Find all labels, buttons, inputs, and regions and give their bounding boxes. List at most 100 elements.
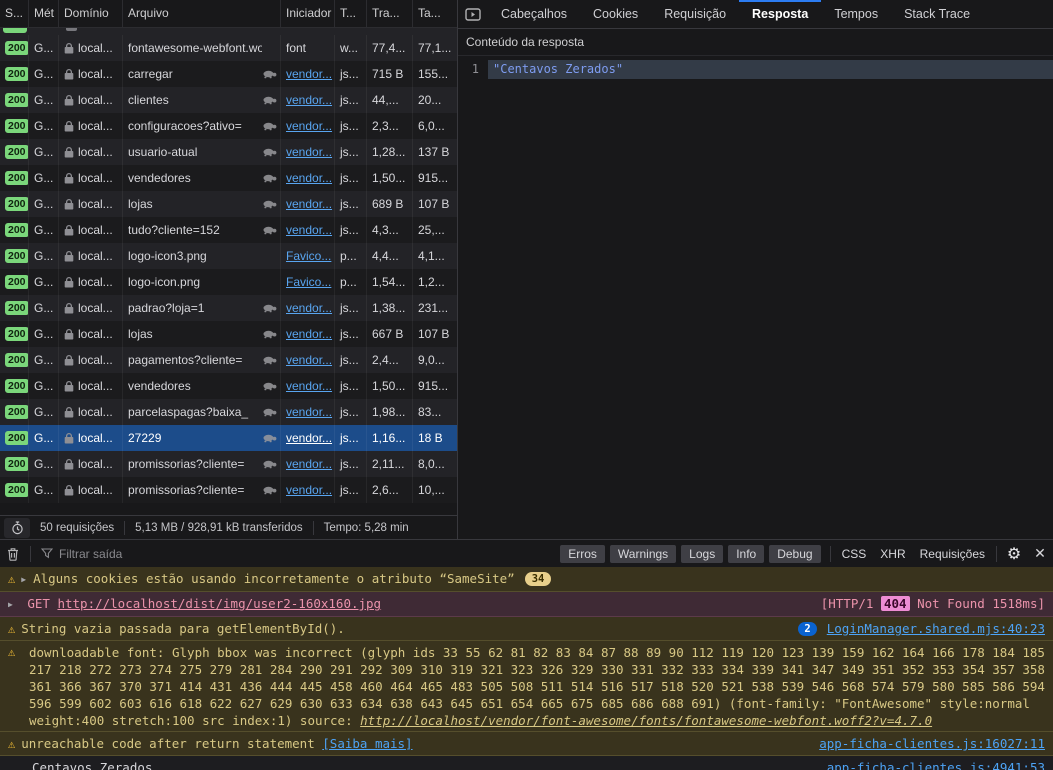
initiator-cell[interactable]: vendor... <box>286 379 332 393</box>
initiator-cell[interactable]: vendor... <box>286 301 332 315</box>
type-cell: js... <box>335 321 367 347</box>
network-request-row[interactable]: 200 G... local... fontawesome-webfont.wo… <box>0 35 457 61</box>
source-link[interactable]: LoginManager.shared.mjs:40:23 <box>827 621 1045 636</box>
network-request-row[interactable]: 200 G... local... logo-icon.png Favico..… <box>0 269 457 295</box>
filter-erros-button[interactable]: Erros <box>560 545 605 563</box>
transferred-cell: 4,3... <box>367 217 413 243</box>
initiator-cell[interactable]: vendor... <box>286 171 332 185</box>
clear-console-button[interactable] <box>0 543 26 565</box>
transferred-cell: 1,54... <box>367 269 413 295</box>
filter-info-button[interactable]: Info <box>728 545 764 563</box>
network-request-row[interactable]: 200 G... local... parcelaspagas?baixa_ v… <box>0 399 457 425</box>
initiator-cell[interactable]: vendor... <box>286 145 332 159</box>
network-request-row[interactable]: 200 G... local... padrao?loja=1 vendor..… <box>0 295 457 321</box>
size-cell: 6,0... <box>413 113 457 139</box>
initiator-cell[interactable]: vendor... <box>286 223 332 237</box>
filter-debug-button[interactable]: Debug <box>769 545 820 563</box>
tab-tempos[interactable]: Tempos <box>821 0 891 28</box>
initiator-cell[interactable]: vendor... <box>286 327 332 341</box>
close-details-pane-button[interactable] <box>458 0 488 28</box>
initiator-cell[interactable]: vendor... <box>286 353 332 367</box>
domain-cell: local... <box>59 139 123 165</box>
network-request-row[interactable]: 200 G... local... promissorias?cliente= … <box>0 477 457 503</box>
network-request-row[interactable]: 200 G... local... pagamentos?cliente= ve… <box>0 347 457 373</box>
column-header-domain[interactable]: Domínio <box>59 0 123 27</box>
type-cell: js... <box>335 165 367 191</box>
network-request-row[interactable]: 200 G... local... vendedores vendor... j… <box>0 373 457 399</box>
initiator-cell[interactable]: Favico... <box>286 275 331 289</box>
turtle-icon <box>262 200 277 209</box>
font-source-link[interactable]: http://localhost/vendor/font-awesome/fon… <box>360 713 932 728</box>
initiator-cell[interactable]: font <box>286 41 306 55</box>
initiator-cell[interactable]: vendor... <box>286 405 332 419</box>
filter-requisicoes-button[interactable]: Requisições <box>913 545 992 563</box>
status-badge: 200 <box>5 301 29 315</box>
status-cell: 200 <box>0 61 29 87</box>
file-cell: lojas <box>123 321 281 347</box>
request-url-link[interactable]: http://localhost/dist/img/user2-160x160.… <box>57 596 381 611</box>
turtle-icon <box>262 434 277 443</box>
message-text: Centavos Zerados <box>32 760 152 770</box>
domain-label: local... <box>78 483 113 497</box>
filter-warnings-button[interactable]: Warnings <box>610 545 676 563</box>
tab-cabecalhos[interactable]: Cabeçalhos <box>488 0 580 28</box>
filter-logs-button[interactable]: Logs <box>681 545 723 563</box>
learn-more-link[interactable]: [Saiba mais] <box>322 736 412 751</box>
filter-output-input[interactable] <box>59 547 319 561</box>
close-console-button[interactable]: ✕ <box>1027 543 1053 565</box>
network-request-row[interactable]: 200 G... local... vendedores vendor... j… <box>0 165 457 191</box>
initiator-cell[interactable]: vendor... <box>286 93 332 107</box>
devtools-window: S... Mét Domínio Arquivo Iniciador T... … <box>0 0 1053 770</box>
initiator-cell[interactable]: vendor... <box>286 431 332 445</box>
message-source: 2LoginManager.shared.mjs:40:23 <box>788 620 1045 637</box>
tab-resposta[interactable]: Resposta <box>739 0 821 28</box>
message-text: String vazia passada para getElementById… <box>21 621 345 636</box>
source-link[interactable]: app-ficha-clientes.js:16027:11 <box>819 736 1045 751</box>
status-badge: 200 <box>5 249 29 263</box>
expand-arrow-icon[interactable]: ▶ <box>21 571 26 588</box>
transferred-cell: 2,11... <box>367 451 413 477</box>
network-request-row[interactable]: 200 G... local... logo-icon3.png Favico.… <box>0 243 457 269</box>
column-header-file[interactable]: Arquivo <box>123 0 281 27</box>
network-request-row[interactable]: 200 G... local... promissorias?cliente= … <box>0 451 457 477</box>
initiator-cell[interactable]: vendor... <box>286 197 332 211</box>
tab-requisicao[interactable]: Requisição <box>651 0 739 28</box>
type-cell: js... <box>335 477 367 503</box>
column-header-size[interactable]: Ta... <box>413 0 457 27</box>
divider <box>124 521 125 535</box>
tab-cookies[interactable]: Cookies <box>580 0 651 28</box>
network-request-row[interactable]: 200 G... local... carregar vendor... js.… <box>0 61 457 87</box>
filter-xhr-button[interactable]: XHR <box>873 545 912 563</box>
tab-stack-trace[interactable]: Stack Trace <box>891 0 983 28</box>
expand-arrow-icon[interactable]: ▶ <box>8 596 13 613</box>
network-request-row[interactable]: 200 G... local... 27229 vendor... js... … <box>0 425 457 451</box>
source-link[interactable]: app-ficha-clientes.js:4941:53 <box>827 760 1045 770</box>
network-request-row[interactable]: 200 G... local... usuario-atual vendor..… <box>0 139 457 165</box>
domain-label: local... <box>78 93 113 107</box>
initiator-cell[interactable]: vendor... <box>286 119 332 133</box>
initiator-cell[interactable]: vendor... <box>286 483 332 497</box>
details-tabbar: Cabeçalhos Cookies Requisição Resposta T… <box>458 0 1053 29</box>
initiator-cell[interactable]: vendor... <box>286 457 332 471</box>
column-header-status[interactable]: S... <box>0 0 29 27</box>
domain-label: local... <box>78 67 113 81</box>
column-header-type[interactable]: T... <box>335 0 367 27</box>
console-settings-button[interactable]: ⚙ <box>1001 543 1027 565</box>
performance-analysis-button[interactable] <box>4 518 30 538</box>
initiator-cell[interactable]: vendor... <box>286 67 332 81</box>
type-cell: js... <box>335 61 367 87</box>
column-header-transferred[interactable]: Tra... <box>367 0 413 27</box>
network-request-row[interactable]: 200 G... local... clientes vendor... js.… <box>0 87 457 113</box>
column-header-initiator[interactable]: Iniciador <box>281 0 335 27</box>
domain-cell: local... <box>59 451 123 477</box>
filter-css-button[interactable]: CSS <box>835 545 874 563</box>
initiator-cell[interactable]: Favico... <box>286 249 331 263</box>
transferred-cell: 2,3... <box>367 113 413 139</box>
file-cell: logo-icon3.png <box>123 243 281 269</box>
column-header-method[interactable]: Mét <box>29 0 59 27</box>
network-request-row[interactable]: 200 G... local... configuracoes?ativo= v… <box>0 113 457 139</box>
partial-scrolled-row[interactable] <box>0 28 457 35</box>
network-request-row[interactable]: 200 G... local... lojas vendor... js... … <box>0 191 457 217</box>
network-request-row[interactable]: 200 G... local... lojas vendor... js... … <box>0 321 457 347</box>
network-request-row[interactable]: 200 G... local... tudo?cliente=152 vendo… <box>0 217 457 243</box>
